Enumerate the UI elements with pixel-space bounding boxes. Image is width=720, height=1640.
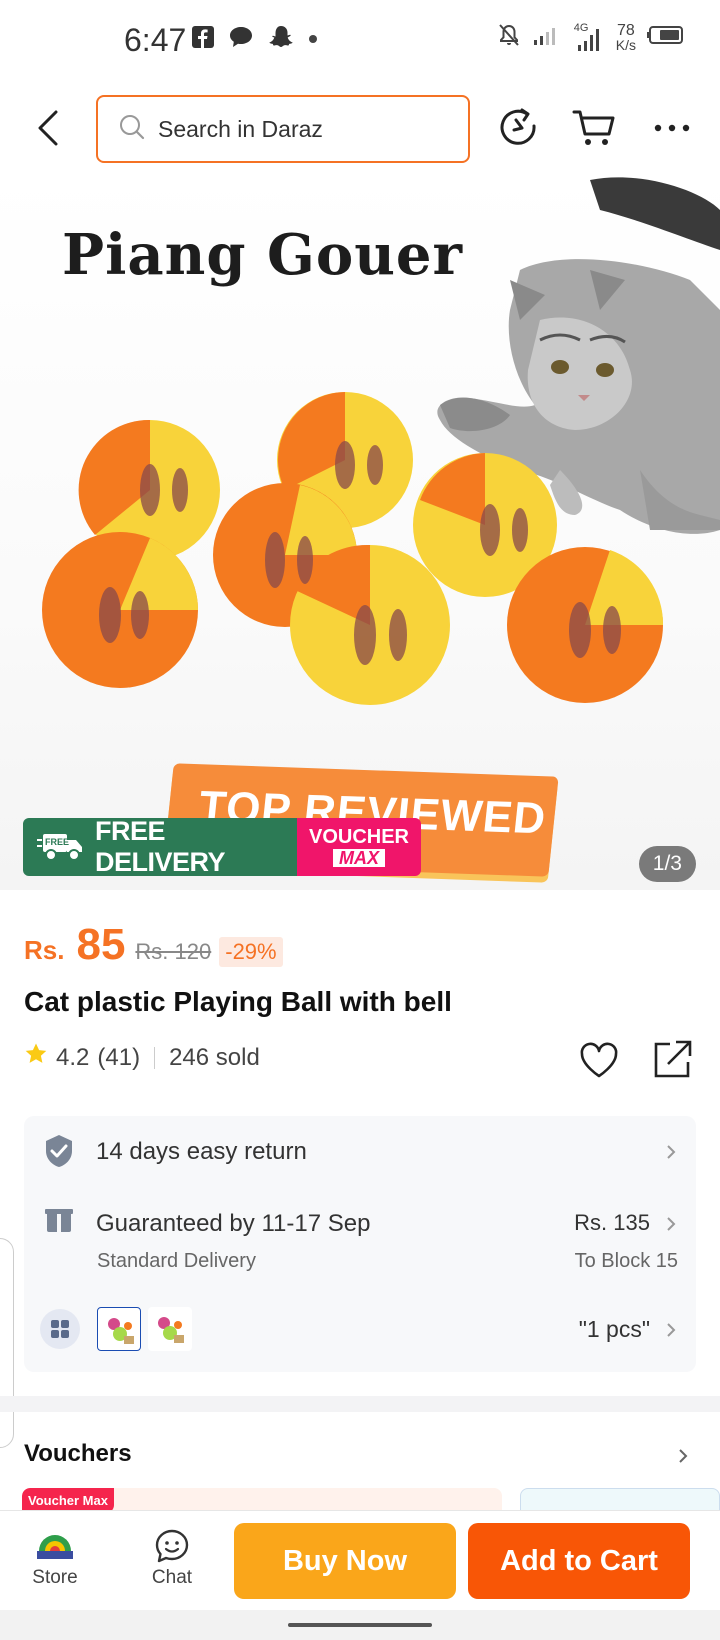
chevron-right-icon — [667, 1323, 676, 1337]
dot-icon — [308, 31, 318, 49]
product-title: Cat plastic Playing Ball with bell — [24, 986, 452, 1017]
product-image-carousel[interactable]: Piang Gouer TOP REVIEWED FREE FREE DELIV… — [0, 170, 720, 890]
delivery-row[interactable]: Guaranteed by 11-17 Sep Standard Deliver… — [24, 1188, 696, 1282]
snapchat-icon — [268, 24, 294, 55]
variant-thumbnail[interactable] — [148, 1307, 192, 1351]
store-icon — [10, 1525, 100, 1567]
delivery-fee: Rs. 135 — [574, 1210, 650, 1235]
gift-box-icon — [44, 1204, 74, 1239]
buy-now-button[interactable]: Buy Now — [234, 1523, 456, 1599]
system-nav-bar — [0, 1610, 720, 1640]
variant-row[interactable]: "1 pcs" — [24, 1282, 696, 1372]
voucher-max-badge: VOUCHER MAX — [297, 818, 421, 876]
service-info-card: 14 days easy return Guaranteed by 11-17 … — [24, 1116, 696, 1372]
cart-icon — [572, 110, 615, 145]
data-speed: 78 K/s — [615, 21, 636, 53]
product-photo — [42, 177, 720, 705]
search-input[interactable]: Search in Daraz — [96, 95, 470, 163]
variant-thumbnail[interactable] — [97, 1307, 141, 1351]
price-row: Rs. 85 Rs. 120 -29% — [24, 920, 283, 970]
price-current: 85 — [76, 920, 126, 969]
divider — [154, 1046, 156, 1069]
rating-row[interactable]: 4.2 (41) 246 sold — [24, 1042, 260, 1073]
chevron-left-icon — [38, 110, 58, 146]
share-button[interactable] — [650, 1038, 694, 1082]
more-button[interactable] — [648, 104, 696, 152]
mute-icon — [496, 22, 522, 53]
review-count: (41) — [97, 1043, 141, 1071]
sold-count: 246 sold — [169, 1043, 260, 1071]
price-currency: Rs. — [24, 935, 65, 965]
back-button[interactable] — [28, 106, 72, 150]
chevron-right-icon — [667, 1217, 676, 1231]
status-bar: 6:47 4G 78 K/s — [0, 0, 720, 80]
add-to-cart-button[interactable]: Add to Cart — [468, 1523, 690, 1599]
chevron-right-icon — [667, 1145, 676, 1159]
chat-button[interactable]: Chat — [127, 1525, 217, 1589]
signal-4g-icon: 4G — [572, 22, 606, 53]
chat-icon — [127, 1525, 217, 1567]
battery-icon — [646, 24, 684, 51]
store-button[interactable]: Store — [10, 1525, 100, 1589]
truck-icon: FREE — [37, 830, 85, 864]
grid-icon — [40, 1309, 80, 1354]
message-icon — [228, 25, 254, 54]
top-header: Search in Daraz — [0, 88, 720, 168]
heart-icon — [580, 1042, 618, 1078]
search-icon — [118, 113, 146, 146]
history-button[interactable] — [494, 104, 542, 152]
share-icon — [654, 1040, 692, 1078]
cart-button[interactable] — [570, 104, 618, 152]
signal-icon — [532, 23, 562, 52]
refresh-icon — [500, 108, 536, 145]
bottom-action-bar: Store Chat Buy Now Add to Cart — [0, 1510, 720, 1610]
image-counter: 1/3 — [638, 846, 696, 882]
chevron-right-icon[interactable] — [676, 1446, 690, 1466]
discount-badge: -29% — [219, 937, 283, 967]
delivery-location: To Block 15 — [574, 1250, 678, 1272]
search-placeholder: Search in Daraz — [158, 115, 323, 142]
home-gesture-handle[interactable] — [288, 1623, 432, 1627]
price-original: Rs. 120 — [135, 939, 212, 964]
free-delivery-badge: FREE FREE DELIVERY — [23, 818, 297, 876]
floating-side-tab[interactable] — [0, 1238, 14, 1448]
star-icon — [24, 1042, 48, 1073]
variant-selected: "1 pcs" — [578, 1316, 650, 1342]
return-policy-row[interactable]: 14 days easy return — [24, 1116, 696, 1188]
shield-check-icon — [44, 1134, 74, 1173]
promo-badges: FREE FREE DELIVERY VOUCHER MAX — [23, 818, 421, 876]
wishlist-button[interactable] — [578, 1040, 620, 1082]
section-divider — [0, 1396, 720, 1412]
facebook-icon — [192, 26, 214, 53]
status-time: 6:47 — [124, 22, 187, 58]
rating-value: 4.2 — [56, 1043, 90, 1071]
more-dots-icon — [654, 124, 690, 132]
vouchers-heading[interactable]: Vouchers — [24, 1440, 132, 1468]
